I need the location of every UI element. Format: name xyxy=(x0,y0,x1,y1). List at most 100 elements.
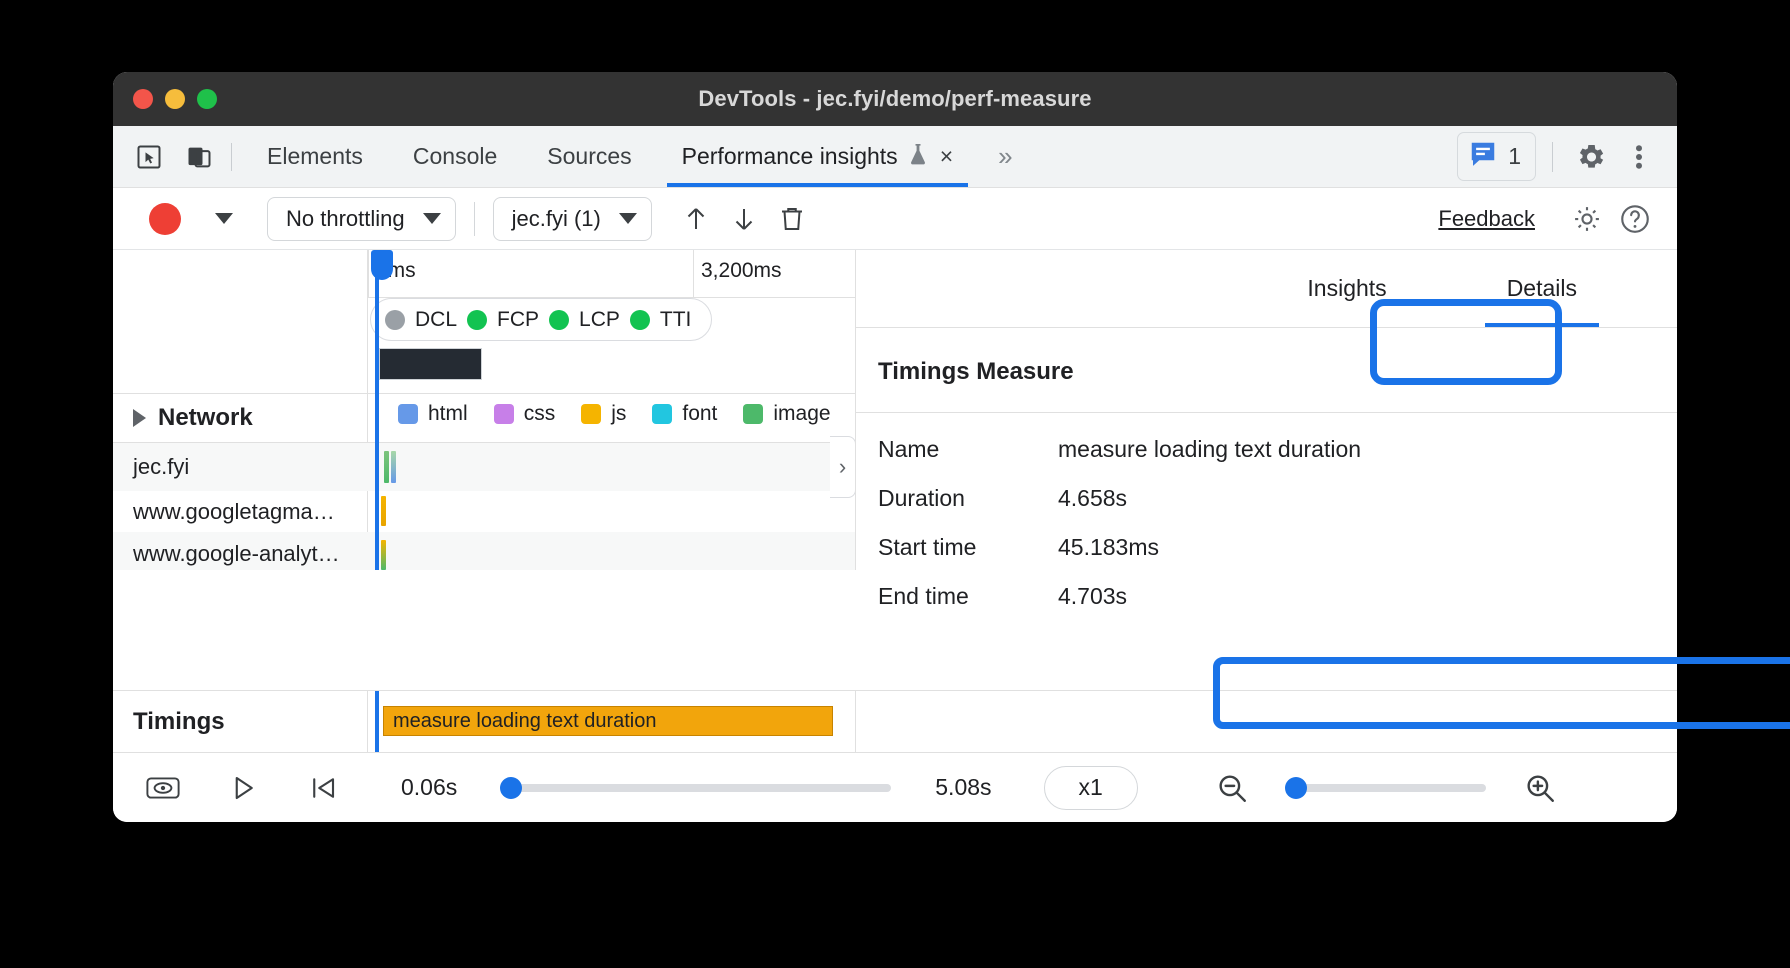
devtools-window: DevTools - jec.fyi/demo/perf-measure xyxy=(113,72,1677,822)
message-count: 1 xyxy=(1508,143,1521,170)
tabstrip-divider xyxy=(231,143,232,171)
network-row-label: jec.fyi xyxy=(133,454,189,480)
sidebar-expand-toggle[interactable]: › xyxy=(830,436,856,498)
measure-bar-label: measure loading text duration xyxy=(393,710,657,733)
detail-row-duration: Duration 4.658s xyxy=(856,474,1677,523)
tab-console[interactable]: Console xyxy=(388,126,522,187)
timings-measure-bar[interactable]: measure loading text duration xyxy=(383,706,833,736)
network-row-googletagmanager[interactable]: www.googletagma… xyxy=(113,488,368,536)
right-tools-divider xyxy=(1552,142,1553,172)
settings-gear-icon[interactable] xyxy=(1569,135,1613,179)
legend-label: css xyxy=(524,402,556,426)
chevron-down-icon xyxy=(215,213,233,224)
detail-key: Start time xyxy=(878,534,1058,561)
network-bar-google-analytics[interactable] xyxy=(381,540,386,570)
close-window-icon[interactable] xyxy=(133,89,153,109)
network-bar-jec-fyi-2[interactable] xyxy=(391,451,396,483)
tab-performance-insights[interactable]: Performance insights × xyxy=(657,126,978,187)
detail-value: 45.183ms xyxy=(1058,534,1159,561)
zoom-in-icon[interactable] xyxy=(1514,762,1566,814)
playhead-handle[interactable] xyxy=(371,250,393,280)
legend-label: font xyxy=(682,402,717,426)
lcp-marker-icon xyxy=(549,310,569,330)
toolbar-divider xyxy=(474,202,475,236)
tab-details[interactable]: Details xyxy=(1447,250,1637,327)
html-color-chip xyxy=(398,404,418,424)
range-slider-thumb[interactable] xyxy=(500,777,522,799)
panel-tabs: Elements Console Sources Performance ins… xyxy=(242,126,1033,187)
network-bar-googletagmanager[interactable] xyxy=(381,496,386,526)
metric-label-dcl: DCL xyxy=(415,308,457,332)
chevron-right-icon xyxy=(133,409,146,427)
network-bar-jec-fyi[interactable] xyxy=(384,451,389,483)
filmstrip-thumbnail[interactable] xyxy=(379,348,482,380)
details-pane: Insights Details Timings Measure Name me… xyxy=(856,250,1677,570)
target-dropdown[interactable]: jec.fyi (1) xyxy=(493,197,652,241)
device-toolbar-icon[interactable] xyxy=(177,135,221,179)
zoom-slider[interactable] xyxy=(1286,784,1486,792)
detail-row-start-time: Start time 45.183ms xyxy=(856,523,1677,572)
record-button[interactable] xyxy=(149,203,181,235)
inspect-element-icon[interactable] xyxy=(127,135,171,179)
devtools-tabstrip: Elements Console Sources Performance ins… xyxy=(113,126,1677,188)
download-icon[interactable] xyxy=(720,195,768,243)
metric-label-fcp: FCP xyxy=(497,308,539,332)
tab-sources[interactable]: Sources xyxy=(522,126,656,187)
tab-elements[interactable]: Elements xyxy=(242,126,388,187)
timeline-ruler[interactable]: 0ms 3,200ms xyxy=(368,250,855,298)
tab-label: Details xyxy=(1507,275,1577,302)
tab-insights[interactable]: Insights xyxy=(1247,250,1446,327)
detail-key: Name xyxy=(878,436,1058,463)
network-row-label: www.googletagma… xyxy=(133,499,335,525)
more-options-icon[interactable] xyxy=(1617,135,1661,179)
fcp-marker-icon xyxy=(467,310,487,330)
minimize-window-icon[interactable] xyxy=(165,89,185,109)
ruler-tick: 3,200ms xyxy=(701,259,782,283)
network-row-jec-fyi[interactable]: jec.fyi xyxy=(113,443,368,491)
details-rows: Name measure loading text duration Durat… xyxy=(856,413,1677,621)
tab-label: Performance insights xyxy=(682,143,898,170)
timings-track-label: Timings xyxy=(113,691,368,752)
tabstrip-right-tools: 1 xyxy=(1457,132,1677,181)
css-color-chip xyxy=(494,404,514,424)
js-color-chip xyxy=(581,404,601,424)
zoom-slider-thumb[interactable] xyxy=(1285,777,1307,799)
page-metrics-markers: DCL FCP LCP TTI xyxy=(370,298,712,341)
more-tabs-icon[interactable]: » xyxy=(978,141,1032,172)
tab-label: Elements xyxy=(267,143,363,170)
messages-icon xyxy=(1468,139,1498,174)
filmstrip-toggle-icon[interactable] xyxy=(137,762,189,814)
timeline-bottom-toolbar: 0.06s 5.08s x1 xyxy=(113,752,1677,822)
legend-item-html: html xyxy=(398,402,468,426)
screenshot-root: DevTools - jec.fyi/demo/perf-measure xyxy=(0,0,1790,968)
track-group-network[interactable]: Network xyxy=(113,394,368,442)
range-end-label: 5.08s xyxy=(935,774,991,801)
zoom-out-icon[interactable] xyxy=(1206,762,1258,814)
timeline-pane[interactable]: 0ms 3,200ms DCL FCP LCP TTI xyxy=(113,250,856,570)
messages-button[interactable]: 1 xyxy=(1457,132,1536,181)
capture-settings-icon[interactable] xyxy=(1563,195,1611,243)
record-options-dropdown[interactable] xyxy=(201,213,247,224)
timeline-range-slider[interactable] xyxy=(501,784,891,792)
feedback-link[interactable]: Feedback xyxy=(1438,206,1541,232)
detail-value: 4.703s xyxy=(1058,583,1127,610)
zoom-level-button[interactable]: x1 xyxy=(1044,766,1138,810)
network-row-google-analytics[interactable]: www.google-analyt… xyxy=(113,530,368,570)
clear-icon[interactable] xyxy=(768,195,816,243)
main-content: 0ms 3,200ms DCL FCP LCP TTI xyxy=(113,250,1677,570)
play-icon[interactable] xyxy=(217,762,269,814)
detail-value: 4.658s xyxy=(1058,485,1127,512)
metric-label-lcp: LCP xyxy=(579,308,620,332)
upload-icon[interactable] xyxy=(672,195,720,243)
jump-to-start-icon[interactable] xyxy=(297,762,349,814)
window-title: DevTools - jec.fyi/demo/perf-measure xyxy=(113,86,1677,112)
close-icon[interactable]: × xyxy=(940,145,953,168)
throttling-dropdown[interactable]: No throttling xyxy=(267,197,456,241)
maximize-window-icon[interactable] xyxy=(197,89,217,109)
timeline-playhead[interactable] xyxy=(375,250,379,570)
tab-label: Console xyxy=(413,143,497,170)
help-icon[interactable] xyxy=(1611,195,1659,243)
font-color-chip xyxy=(652,404,672,424)
timings-track-row[interactable]: Timings measure loading text duration xyxy=(113,690,856,752)
flask-icon xyxy=(907,142,929,172)
